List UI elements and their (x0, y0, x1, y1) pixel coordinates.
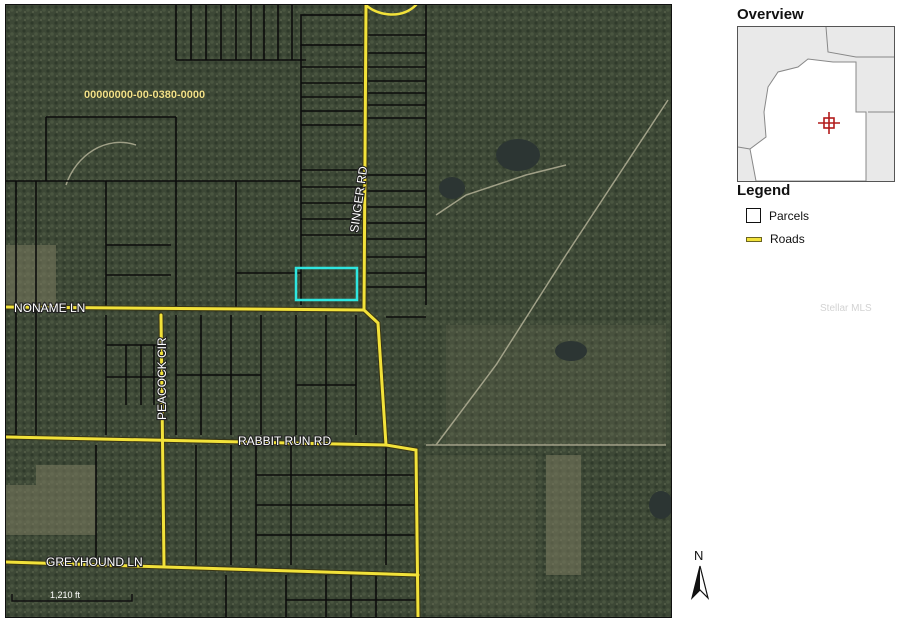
legend-label-parcels: Parcels (769, 208, 810, 223)
legend-item-roads: Roads (746, 232, 805, 246)
scale-bar: 1,210 ft (10, 588, 135, 606)
roads-swatch (746, 236, 762, 242)
road-label-peacock: PEACOCK CIR (155, 337, 169, 420)
road-label-rabbit-run: RABBIT RUN RD (238, 434, 331, 448)
north-arrow: N (688, 548, 712, 604)
watermark: Stellar MLS (820, 303, 872, 314)
parcels-swatch (746, 208, 761, 223)
overview-title: Overview (737, 6, 804, 23)
legend-label-roads: Roads (770, 232, 805, 246)
road-label-greyhound: GREYHOUND LN (46, 555, 143, 569)
legend-title: Legend (737, 182, 791, 199)
aerial-map[interactable]: 00000000-00-0380-0000 SINGER RD NONAME L… (5, 4, 672, 618)
legend-item-parcels: Parcels (746, 208, 809, 223)
scale-bar-label: 1,210 ft (50, 590, 81, 600)
overview-map[interactable] (737, 26, 895, 182)
road-label-noname: NONAME LN (14, 301, 85, 315)
parcel-id-label: 00000000-00-0380-0000 (84, 89, 205, 101)
north-label: N (694, 548, 703, 563)
